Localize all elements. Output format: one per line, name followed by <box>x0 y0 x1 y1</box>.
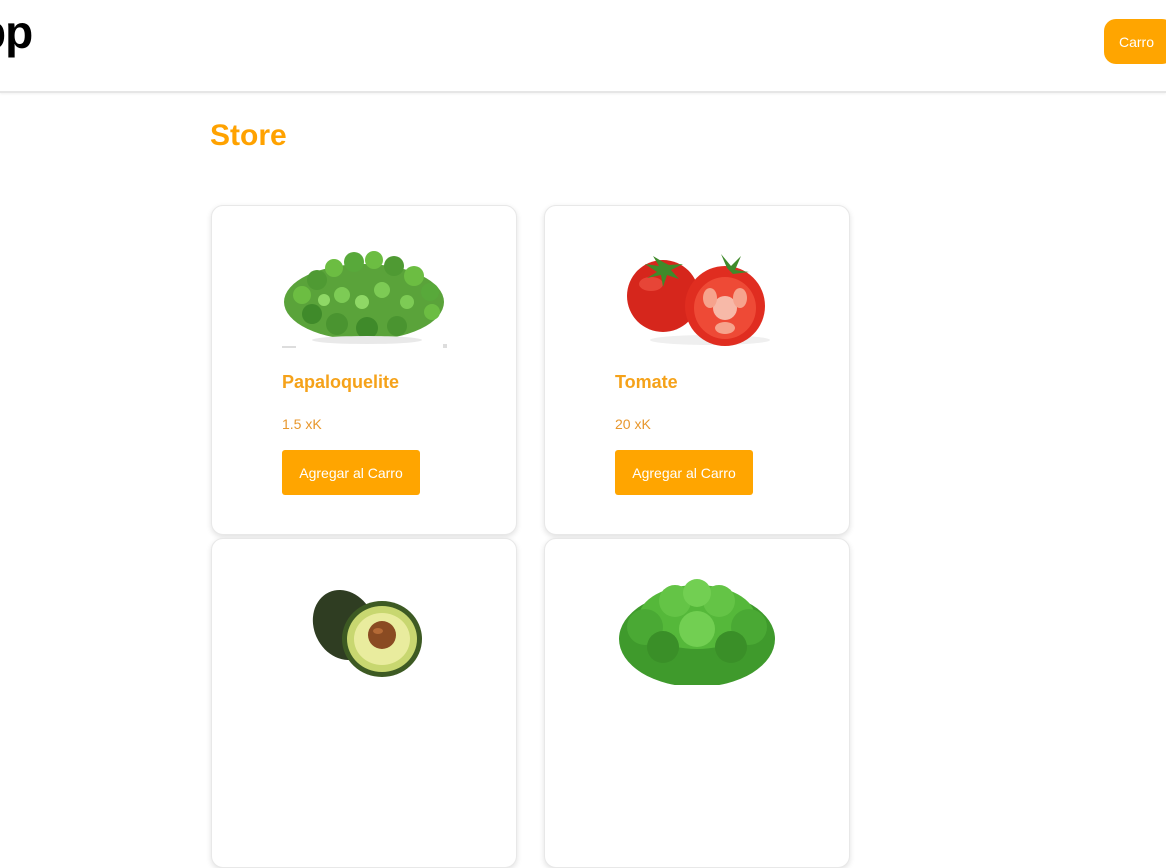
cart-button[interactable]: Carro <box>1104 19 1166 64</box>
lettuce-image <box>619 579 775 685</box>
avocado-image <box>312 589 422 677</box>
product-price: 20 xK <box>615 416 651 432</box>
product-name: Papaloquelite <box>282 372 400 392</box>
add-to-cart-button[interactable]: Agregar al Carro <box>282 450 420 495</box>
product-card: Papaloquelite 1.5 xK Agregar al Carro <box>211 205 517 535</box>
product-price: 1.5 xK <box>282 416 322 432</box>
add-to-cart-button[interactable]: Agregar al Carro <box>615 450 753 495</box>
cilantro-greens-image <box>282 251 447 348</box>
product-name: Tomate <box>615 372 678 392</box>
product-card: Tomate 20 xK Agregar al Carro <box>544 205 850 535</box>
tomato-image <box>627 254 770 346</box>
site-logo[interactable]: pp <box>0 4 33 60</box>
product-card <box>211 538 517 868</box>
page-title: Store <box>210 119 287 152</box>
product-card <box>544 538 850 868</box>
site-header: pp Carro <box>0 0 1166 93</box>
